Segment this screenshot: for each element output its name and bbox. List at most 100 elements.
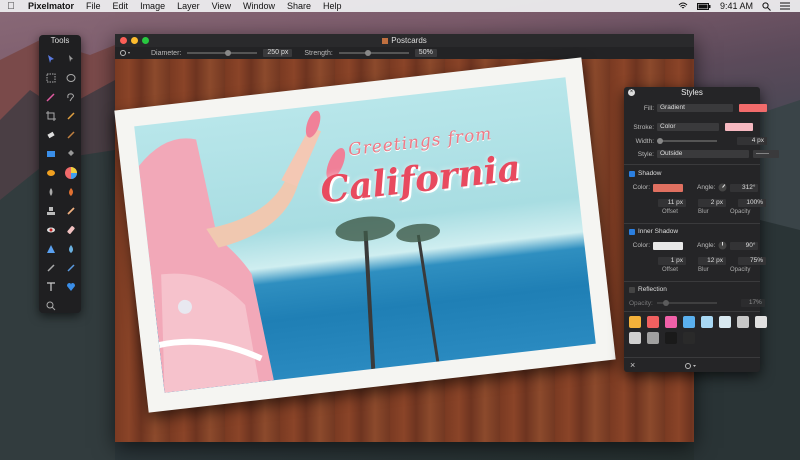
eraser-icon[interactable] bbox=[42, 125, 60, 144]
reflection-opacity-field[interactable]: 17% bbox=[740, 299, 765, 307]
style-preset-swatch[interactable] bbox=[683, 332, 695, 344]
stroke-dash-select[interactable]: ―― bbox=[753, 150, 779, 158]
menu-help[interactable]: Help bbox=[317, 1, 348, 11]
burn-icon[interactable] bbox=[62, 182, 80, 201]
fill-type-select[interactable]: Gradient bbox=[657, 104, 733, 112]
stroke-width-slider[interactable] bbox=[657, 138, 717, 144]
shadow-color-swatch[interactable] bbox=[653, 183, 683, 192]
inner-shadow-blur-field[interactable]: 12 px bbox=[698, 257, 726, 265]
stroke-color-swatch[interactable] bbox=[725, 123, 753, 131]
pen-icon[interactable] bbox=[42, 258, 60, 277]
shadow-blur-label: Blur bbox=[698, 209, 709, 215]
fill-label: Fill: bbox=[643, 104, 654, 112]
close-panel-icon[interactable]: × bbox=[628, 89, 635, 96]
reflection-checkbox[interactable] bbox=[629, 286, 635, 293]
shadow-opacity-field[interactable]: 100% bbox=[738, 199, 766, 207]
menu-window[interactable]: Window bbox=[237, 1, 281, 11]
custom-shape-icon[interactable] bbox=[62, 277, 80, 296]
close-window-button[interactable] bbox=[120, 37, 127, 44]
rect-select-icon[interactable] bbox=[42, 68, 60, 87]
style-preset-swatch[interactable] bbox=[647, 332, 659, 344]
style-actions-gear-icon[interactable] bbox=[684, 362, 698, 370]
inner-shadow-angle-dial-icon[interactable] bbox=[718, 241, 727, 250]
postcard-image[interactable]: Greetings from California bbox=[114, 57, 616, 413]
paint-brush-icon[interactable] bbox=[62, 125, 80, 144]
smudge-icon[interactable] bbox=[42, 182, 60, 201]
stroke-type-select[interactable]: Color bbox=[657, 123, 719, 131]
strength-field[interactable]: 50% bbox=[414, 49, 437, 57]
move-tool-icon[interactable] bbox=[42, 49, 60, 68]
magic-wand-icon[interactable] bbox=[42, 87, 60, 106]
lasso-icon[interactable] bbox=[62, 87, 80, 106]
style-preset-swatch[interactable] bbox=[683, 316, 695, 328]
spotlight-search-icon[interactable] bbox=[762, 1, 771, 11]
style-preset-swatch[interactable] bbox=[665, 316, 677, 328]
reflection-opacity-slider[interactable] bbox=[656, 300, 717, 306]
clone-stamp-icon[interactable] bbox=[42, 201, 60, 220]
style-preset-swatch[interactable] bbox=[647, 316, 659, 328]
shadow-toggle[interactable]: Shadow bbox=[629, 170, 662, 177]
style-preset-swatch[interactable] bbox=[629, 316, 641, 328]
shadow-offset-label: Offset bbox=[662, 209, 678, 215]
shadow-offset-field[interactable]: 11 px bbox=[658, 199, 686, 207]
battery-icon[interactable] bbox=[696, 2, 711, 10]
menu-clock[interactable]: 9:41 AM bbox=[720, 1, 753, 11]
menu-image[interactable]: Image bbox=[134, 1, 171, 11]
inner-shadow-checkbox[interactable] bbox=[629, 228, 635, 235]
reflection-toggle[interactable]: Reflection bbox=[629, 286, 667, 293]
menu-share[interactable]: Share bbox=[281, 1, 317, 11]
menu-app-name[interactable]: Pixelmator bbox=[22, 1, 80, 11]
arrange-tool-icon[interactable] bbox=[62, 49, 80, 68]
shadow-checkbox[interactable] bbox=[629, 170, 635, 177]
style-preset-swatch[interactable] bbox=[701, 316, 713, 328]
zoom-window-button[interactable] bbox=[142, 37, 149, 44]
strength-slider[interactable] bbox=[338, 50, 409, 56]
style-preset-swatch[interactable] bbox=[719, 316, 731, 328]
diameter-field[interactable]: 250 px bbox=[263, 49, 293, 57]
minimize-window-button[interactable] bbox=[131, 37, 138, 44]
inner-shadow-color-label: Color: bbox=[632, 242, 650, 249]
styles-panel: × Styles Fill: Gradient Stroke: Color Wi… bbox=[624, 87, 779, 372]
menu-layer[interactable]: Layer bbox=[171, 1, 206, 11]
shadow-blur-field[interactable]: 2 px bbox=[698, 199, 726, 207]
notification-center-icon[interactable] bbox=[780, 2, 790, 10]
freeform-pen-icon[interactable] bbox=[62, 258, 80, 277]
inner-shadow-toggle[interactable]: Inner Shadow bbox=[629, 228, 678, 235]
style-preset-swatch[interactable] bbox=[755, 316, 767, 328]
type-tool-icon[interactable] bbox=[42, 277, 60, 296]
zoom-tool-icon[interactable] bbox=[42, 296, 60, 315]
sharpen-icon[interactable] bbox=[42, 239, 60, 258]
style-preset-swatch[interactable] bbox=[665, 332, 677, 344]
menu-edit[interactable]: Edit bbox=[107, 1, 135, 11]
apple-menu-icon[interactable]:  bbox=[0, 1, 22, 12]
remove-style-icon[interactable]: × bbox=[630, 360, 635, 370]
diameter-slider[interactable] bbox=[187, 50, 258, 56]
style-preset-swatch[interactable] bbox=[737, 316, 749, 328]
ellipse-select-icon[interactable] bbox=[62, 68, 80, 87]
menu-file[interactable]: File bbox=[80, 1, 107, 11]
red-eye-icon[interactable] bbox=[42, 220, 60, 239]
style-preset-swatch[interactable] bbox=[629, 332, 641, 344]
blur-icon[interactable] bbox=[62, 239, 80, 258]
inner-shadow-offset-field[interactable]: 1 px bbox=[658, 257, 686, 265]
beach-photo-illustration bbox=[138, 110, 440, 393]
inner-shadow-angle-field[interactable]: 90° bbox=[730, 241, 759, 250]
shadow-angle-field[interactable]: 312° bbox=[730, 183, 759, 192]
sponge-icon[interactable] bbox=[42, 163, 60, 182]
pencil-icon[interactable] bbox=[62, 201, 80, 220]
menu-view[interactable]: View bbox=[206, 1, 237, 11]
wifi-icon[interactable] bbox=[678, 2, 688, 10]
shape-tool-icon[interactable] bbox=[42, 144, 60, 163]
shadow-angle-dial-icon[interactable] bbox=[718, 183, 727, 192]
color-wheel-icon[interactable] bbox=[62, 163, 80, 182]
inner-shadow-color-swatch[interactable] bbox=[653, 241, 683, 250]
stroke-width-field[interactable]: 4 px bbox=[737, 137, 767, 145]
paint-bucket-icon[interactable] bbox=[62, 144, 80, 163]
crop-icon[interactable] bbox=[42, 106, 60, 125]
repair-icon[interactable] bbox=[62, 220, 80, 239]
inner-shadow-opacity-field[interactable]: 75% bbox=[738, 257, 766, 265]
eyedropper-icon[interactable] bbox=[62, 106, 80, 125]
gear-icon[interactable] bbox=[119, 49, 131, 57]
fill-color-swatch[interactable] bbox=[739, 104, 767, 112]
stroke-style-select[interactable]: Outside bbox=[657, 150, 749, 158]
